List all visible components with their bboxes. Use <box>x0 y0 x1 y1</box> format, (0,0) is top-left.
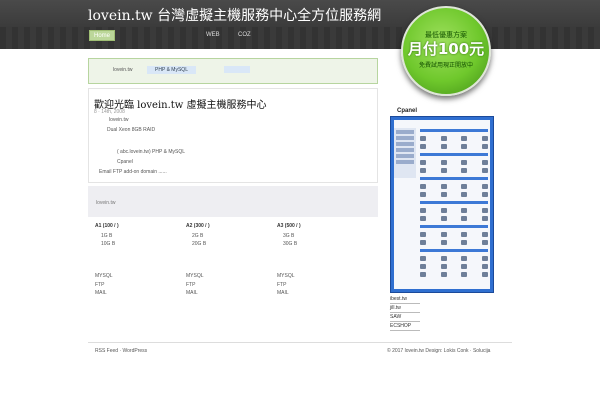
plan-traffic: 30G B <box>283 241 298 247</box>
post-line: Email FTP add-on domain ...... <box>99 169 167 175</box>
sidebar-links: ibest.tw jill.tw SAW ECSHOP <box>390 295 420 331</box>
plan-heading: A3 (500 / ) <box>277 223 301 229</box>
plan-heading: A2 (300 / ) <box>186 223 210 229</box>
sidebar-link-ibest[interactable]: ibest.tw <box>390 295 420 304</box>
plan-traffic: 20G B <box>192 241 207 247</box>
plan-feature: MYSQL <box>277 273 295 279</box>
notice-link[interactable]: PHP & MySQL <box>147 66 196 74</box>
notice-bar: lovein.tw PHP & MySQL <box>88 58 378 84</box>
footer-divider <box>88 342 512 343</box>
sidebar-title: Cpanel <box>397 108 418 114</box>
nav-coz[interactable]: COZ <box>234 30 255 41</box>
post: 歡迎光臨 lovein.tw 虛擬主機服務中心 8 · 14th, 2008 l… <box>88 88 378 183</box>
plan-feature: FTP <box>186 282 196 288</box>
plan-space: 1G B <box>101 233 113 239</box>
cpanel-screenshot[interactable] <box>390 116 494 293</box>
plan-heading: A1 (100 / ) <box>95 223 119 229</box>
sidebar-link-saw[interactable]: SAW <box>390 313 420 322</box>
post-line: ( abc.lovein.tw) PHP & MySQL <box>117 149 185 155</box>
info-box: lovein.tw <box>88 186 378 217</box>
main-nav: Home WEB COZ <box>0 27 600 49</box>
footer-credits: © 2017 lovein.tw Design: Lokis Conk · So… <box>387 348 491 354</box>
sidebar-link-ecshop[interactable]: ECSHOP <box>390 322 420 331</box>
plan-traffic: 10G B <box>101 241 116 247</box>
cpanel-screenshot-content <box>394 120 490 289</box>
post-date: 8 · 14th, 2008 <box>94 109 125 115</box>
notice-highlight <box>224 66 250 73</box>
nav-web[interactable]: WEB <box>202 30 224 41</box>
site-header: lovein.tw 台灣虛擬主機服務中心全方位服務網 Home WEB COZ <box>0 0 600 49</box>
info-box-label: lovein.tw <box>96 200 116 206</box>
promo-price: 月付100元 <box>407 40 485 58</box>
cpanel-screenshot-sidebar <box>394 128 416 178</box>
plan-feature: MYSQL <box>186 273 204 279</box>
plan-feature: MAIL <box>95 290 107 296</box>
plan-space: 3G B <box>283 233 295 239</box>
plan-feature: FTP <box>95 282 105 288</box>
post-line: Dual Xeon 8GB RAID <box>107 127 156 133</box>
notice-item: lovein.tw <box>113 67 133 73</box>
post-line: Cpanel <box>117 159 133 165</box>
plan-feature: MAIL <box>186 290 198 296</box>
plan-feature: FTP <box>277 282 287 288</box>
promo-badge[interactable]: 最低優惠方案 月付100元 免費試用現正開放中 <box>401 6 491 96</box>
nav-home[interactable]: Home <box>89 30 116 41</box>
plan-feature: MAIL <box>277 290 289 296</box>
plan-feature: MYSQL <box>95 273 113 279</box>
sidebar-link-jill[interactable]: jill.tw <box>390 304 420 313</box>
plan-space: 2G B <box>192 233 204 239</box>
footer-links[interactable]: RSS Feed · WordPress <box>95 348 147 354</box>
promo-line3: 免費試用現正開放中 <box>418 62 473 69</box>
post-line: lovein.tw <box>109 117 129 123</box>
cpanel-screenshot-grid <box>420 128 488 280</box>
site-title[interactable]: lovein.tw 台灣虛擬主機服務中心全方位服務網 <box>88 5 381 25</box>
